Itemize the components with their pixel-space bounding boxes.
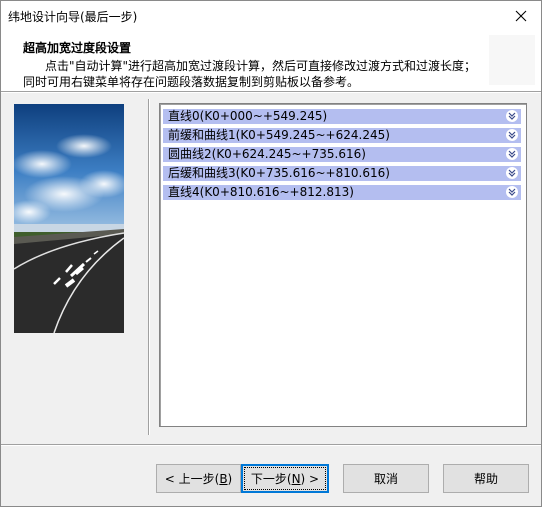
double-chevron-down-icon (508, 169, 516, 177)
close-icon (515, 10, 527, 22)
double-chevron-down-icon (508, 188, 516, 196)
step-description-line1: 点击"自动计算"进行超高加宽过渡段计算，然后可直接修改过渡方式和过渡长度； (45, 59, 477, 73)
prev-step-label: < 上一步(B) (164, 472, 233, 486)
road-illustration (14, 104, 124, 333)
header-icon-area (489, 35, 535, 85)
tree-item-label: 直线0(K0+000~+549.245) (168, 109, 328, 123)
step-title: 超高加宽过度段设置 (23, 41, 132, 55)
tree-item[interactable]: 前缓和曲线1(K0+549.245~+624.245) (163, 128, 521, 143)
double-chevron-down-icon (508, 150, 516, 158)
next-step-label: 下一步(N) > (243, 467, 327, 490)
double-chevron-down-icon (508, 131, 516, 139)
expand-button[interactable] (506, 186, 518, 198)
segment-tree[interactable]: 直线0(K0+000~+549.245) 前缓和曲线1(K0+549.245~+… (159, 103, 527, 427)
tree-item[interactable]: 直线4(K0+810.616~+812.813) (163, 185, 521, 200)
cancel-button[interactable]: 取消 (343, 464, 429, 493)
tree-item-label: 后缓和曲线3(K0+735.616~+810.616) (168, 166, 390, 180)
cancel-label: 取消 (373, 472, 398, 486)
vertical-divider (148, 99, 150, 435)
tree-item[interactable]: 圆曲线2(K0+624.245~+735.616) (163, 147, 521, 162)
next-step-button[interactable]: 下一步(N) > (241, 464, 329, 493)
footer-divider (1, 444, 541, 446)
help-label: 帮助 (473, 472, 498, 486)
tree-item-label: 直线4(K0+810.616~+812.813) (168, 185, 354, 199)
double-chevron-down-icon (508, 112, 516, 120)
step-description-line2: 同时可用右键菜单将存在问题段落数据复制到剪贴板以备参考。 (23, 75, 360, 89)
expand-button[interactable] (506, 148, 518, 160)
close-button[interactable] (501, 1, 541, 31)
expand-button[interactable] (506, 167, 518, 179)
road-image (14, 104, 124, 333)
tree-item-label: 前缓和曲线1(K0+549.245~+624.245) (168, 128, 390, 142)
window-title: 纬地设计向导(最后一步) (8, 10, 138, 24)
title-bar: 纬地设计向导(最后一步) (1, 1, 541, 31)
tree-item-label: 圆曲线2(K0+624.245~+735.616) (168, 147, 366, 161)
header-divider (1, 92, 541, 93)
tree-item[interactable]: 直线0(K0+000~+549.245) (163, 109, 521, 124)
help-button[interactable]: 帮助 (443, 464, 529, 493)
expand-button[interactable] (506, 110, 518, 122)
prev-step-button[interactable]: < 上一步(B) (156, 464, 241, 493)
expand-button[interactable] (506, 129, 518, 141)
wizard-header: 超高加宽过度段设置 点击"自动计算"进行超高加宽过渡段计算，然后可直接修改过渡方… (1, 31, 541, 92)
tree-item[interactable]: 后缓和曲线3(K0+735.616~+810.616) (163, 166, 521, 181)
wizard-window: 纬地设计向导(最后一步) 超高加宽过度段设置 点击"自动计算"进行超高加宽过渡段… (0, 0, 542, 507)
